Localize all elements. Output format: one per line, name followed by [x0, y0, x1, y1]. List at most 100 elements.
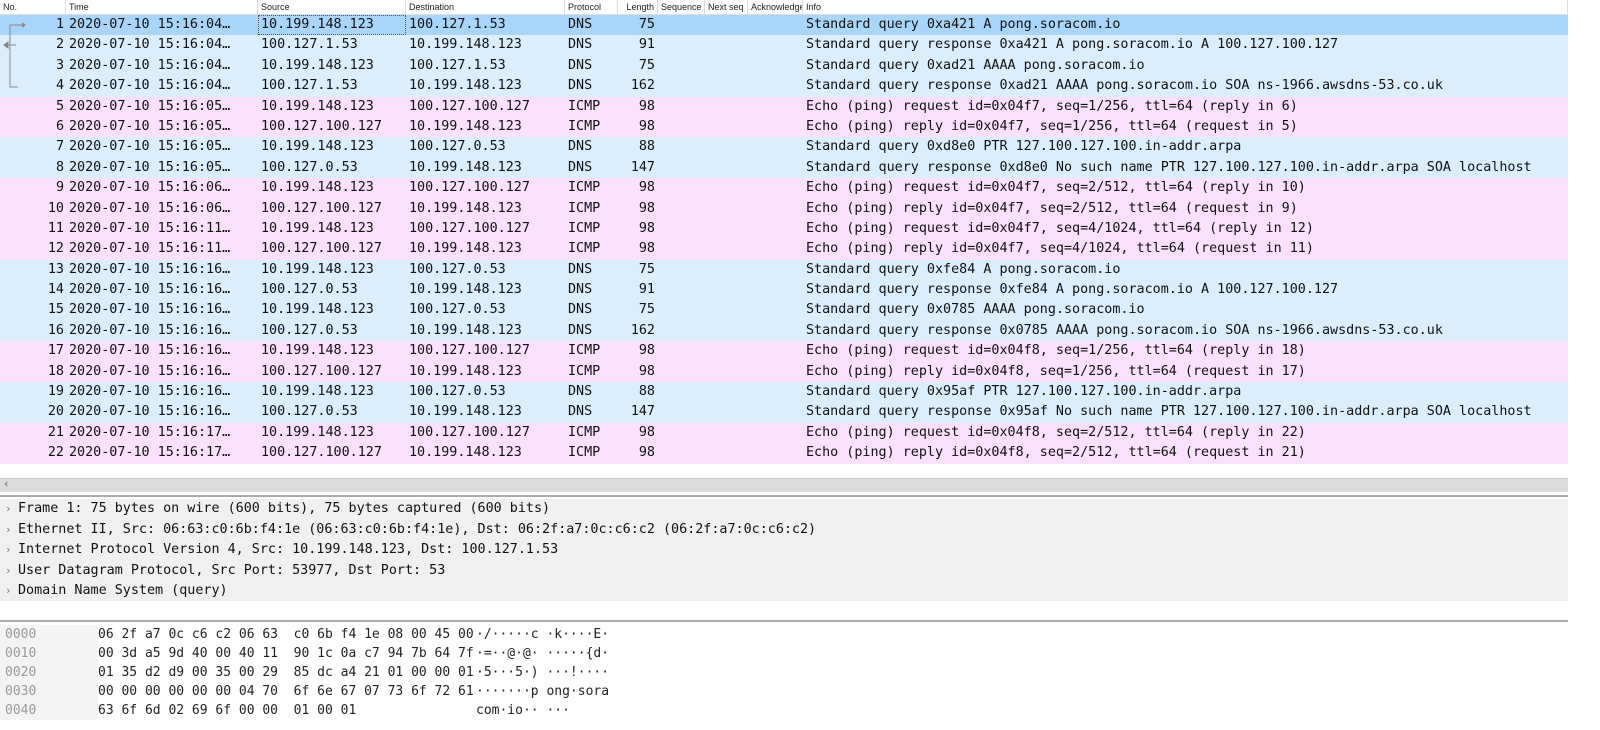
packet-row[interactable]: 10 2020-07-10 15:16:06… 100.127.100.127 10.…: [0, 198, 1568, 219]
column-header-info[interactable]: Info: [803, 0, 1568, 14]
hex-bytes[interactable]: 06 2f a7 0c c6 c2 06 63 c0 6b f4 1e 08 0…: [98, 625, 476, 644]
cell-empty: [705, 423, 748, 443]
cell-len: 98: [638, 118, 655, 134]
column-header-length[interactable]: Length: [618, 0, 658, 14]
cell-src: 100.127.100.127: [261, 363, 382, 379]
expand-chevron-icon[interactable]: ›: [5, 540, 18, 561]
packet-row[interactable]: 3 2020-07-10 15:16:04… 10.199.148.123 100.1…: [0, 55, 1568, 77]
cell-empty: [705, 341, 748, 361]
vertical-scrollbar[interactable]: [1568, 0, 1600, 492]
packet-row[interactable]: 19 2020-07-10 15:16:16… 10.199.148.123 100.…: [0, 382, 1568, 403]
hex-offset: 0020: [0, 663, 98, 682]
column-header-no[interactable]: No.: [0, 0, 66, 14]
cell-info: Standard query response 0xd8e0 No such n…: [806, 159, 1532, 175]
cell-dst: 10.199.148.123: [409, 159, 522, 175]
packet-row[interactable]: 22 2020-07-10 15:16:17… 100.127.100.127 10.…: [0, 443, 1568, 464]
cell-proto: DNS: [568, 17, 593, 32]
packet-row[interactable]: 18 2020-07-10 15:16:16… 100.127.100.127 10.…: [0, 361, 1568, 383]
cell-empty: [658, 178, 705, 198]
packet-row[interactable]: 5 2020-07-10 15:16:05… 10.199.148.123 100.1…: [0, 96, 1568, 117]
column-header-sequence[interactable]: Sequence: [658, 0, 705, 14]
column-header-protocol[interactable]: Protocol: [565, 0, 618, 14]
column-header-destination[interactable]: Destination: [406, 0, 565, 14]
cell-src: 10.199.148.123: [261, 343, 374, 359]
cell-proto: ICMP: [568, 363, 601, 379]
cell-info: Standard query response 0xfe84 A pong.so…: [806, 282, 1339, 298]
expand-chevron-icon[interactable]: ›: [5, 581, 18, 602]
cell-dst: 10.199.148.123: [409, 445, 522, 461]
packet-row[interactable]: 8 2020-07-10 15:16:05… 100.127.0.53 10.199.…: [0, 157, 1568, 179]
hex-ascii[interactable]: ·/·····c ·k····E·: [476, 625, 609, 644]
packet-row[interactable]: 16 2020-07-10 15:16:16… 100.127.0.53 10.199…: [0, 320, 1568, 342]
cell-empty: [658, 137, 705, 157]
packet-row[interactable]: 6 2020-07-10 15:16:05… 100.127.100.127 10.1…: [0, 116, 1568, 138]
hex-bytes[interactable]: 00 3d a5 9d 40 00 40 11 90 1c 0a c7 94 7…: [98, 644, 476, 663]
packet-row[interactable]: 11 2020-07-10 15:16:11… 10.199.148.123 100.…: [0, 218, 1568, 240]
column-header-source[interactable]: Source: [258, 0, 406, 14]
packet-row[interactable]: 20 2020-07-10 15:16:16… 100.127.0.53 10.199…: [0, 402, 1568, 423]
cell-dst: 100.127.1.53: [409, 57, 506, 73]
hex-ascii[interactable]: ·······p ong·sora: [476, 682, 609, 701]
cell-time: 2020-07-10 15:16:16…: [69, 343, 231, 359]
cell-empty: [748, 178, 803, 198]
cell-info: Echo (ping) reply id=0x04f7, seq=4/1024,…: [806, 241, 1314, 257]
detail-tree-item[interactable]: › Internet Protocol Version 4, Src: 10.19…: [0, 540, 1568, 561]
hex-bytes[interactable]: 01 35 d2 d9 00 35 00 29 85 dc a4 21 01 0…: [98, 663, 476, 682]
packet-row[interactable]: 12 2020-07-10 15:16:11… 100.127.100.127 10.…: [0, 239, 1568, 260]
cell-src: 10.199.148.123: [258, 15, 406, 36]
hex-bytes[interactable]: 63 6f 6d 02 69 6f 00 00 01 00 01: [98, 701, 476, 720]
cell-len: 162: [630, 78, 655, 94]
packet-row[interactable]: 15 2020-07-10 15:16:16… 10.199.148.123 100.…: [0, 300, 1568, 321]
expand-chevron-icon[interactable]: ›: [5, 561, 18, 582]
cell-empty: [748, 158, 803, 178]
detail-tree-item[interactable]: › User Datagram Protocol, Src Port: 53977…: [0, 561, 1568, 582]
cell-dst: 100.127.0.53: [409, 302, 506, 318]
cell-src: 100.127.0.53: [261, 282, 358, 298]
cell-src: 10.199.148.123: [261, 424, 374, 440]
cell-src: 10.199.148.123: [261, 220, 374, 236]
cell-time: 2020-07-10 15:16:04…: [69, 17, 231, 32]
packet-row[interactable]: 21 2020-07-10 15:16:17… 10.199.148.123 100.…: [0, 422, 1568, 444]
cell-no: 6: [55, 118, 64, 134]
hex-bytes[interactable]: 00 00 00 00 00 00 04 70 6f 6e 67 07 73 6…: [98, 682, 476, 701]
cell-proto: DNS: [568, 159, 593, 175]
packet-row[interactable]: 1 2020-07-10 15:16:04… 10.199.148.123 100.1…: [0, 15, 1568, 36]
detail-tree-item[interactable]: › Frame 1: 75 bytes on wire (600 bits), 7…: [0, 499, 1568, 520]
hex-ascii[interactable]: ·5···5·) ···!····: [476, 663, 609, 682]
cell-info: Standard query 0xad21 AAAA pong.soracom.…: [806, 57, 1145, 73]
hex-ascii[interactable]: com·io·· ···: [476, 701, 570, 720]
packet-row[interactable]: 14 2020-07-10 15:16:16… 100.127.0.53 10.199…: [0, 280, 1568, 301]
hex-row: 0020 01 35 d2 d9 00 35 00 29 85 dc a4 21 …: [0, 663, 1568, 682]
packet-row[interactable]: 2 2020-07-10 15:16:04… 100.127.1.53 10.199.…: [0, 35, 1568, 56]
cell-empty: [658, 35, 705, 55]
packet-list[interactable]: No. Time Source Destination Protocol Length Se…: [0, 0, 1568, 492]
cell-len: 75: [638, 302, 655, 318]
expand-chevron-icon[interactable]: ›: [5, 520, 18, 541]
packet-rows: 1 2020-07-10 15:16:04… 10.199.148.123 100.1…: [0, 15, 1568, 464]
packet-row[interactable]: 17 2020-07-10 15:16:16… 10.199.148.123 100.…: [0, 341, 1568, 362]
cell-no: 14: [47, 282, 64, 298]
horizontal-scrollbar[interactable]: ‹: [0, 477, 1568, 492]
expand-chevron-icon[interactable]: ›: [5, 499, 18, 520]
packet-row[interactable]: 7 2020-07-10 15:16:05… 10.199.148.123 100.1…: [0, 137, 1568, 158]
cell-len: 91: [638, 282, 655, 298]
hex-offset: 0000: [0, 625, 98, 644]
column-header-acknowledge[interactable]: Acknowledge: [748, 0, 803, 14]
cell-proto: ICMP: [568, 241, 601, 257]
right-gutter: [1568, 495, 1600, 730]
packet-row[interactable]: 9 2020-07-10 15:16:06… 10.199.148.123 100.1…: [0, 178, 1568, 199]
column-header-next-seq[interactable]: Next seq: [705, 0, 748, 14]
cell-time: 2020-07-10 15:16:06…: [69, 180, 231, 196]
cell-dst: 100.127.0.53: [409, 261, 506, 277]
cell-proto: DNS: [568, 261, 593, 277]
cell-empty: [705, 117, 748, 137]
scroll-left-icon[interactable]: ‹: [3, 477, 10, 490]
packet-row[interactable]: 4 2020-07-10 15:16:04… 100.127.1.53 10.199.…: [0, 76, 1568, 97]
detail-tree-item[interactable]: › Domain Name System (query): [0, 581, 1568, 602]
hex-ascii[interactable]: ·=··@·@· ·····{d·: [476, 644, 609, 663]
packet-row[interactable]: 13 2020-07-10 15:16:16… 10.199.148.123 100.…: [0, 259, 1568, 281]
detail-tree-item[interactable]: › Ethernet II, Src: 06:63:c0:6b:f4:1e (06…: [0, 520, 1568, 541]
cell-dst: 100.127.0.53: [409, 384, 506, 400]
column-header-time[interactable]: Time: [66, 0, 258, 14]
cell-empty: [748, 382, 803, 402]
